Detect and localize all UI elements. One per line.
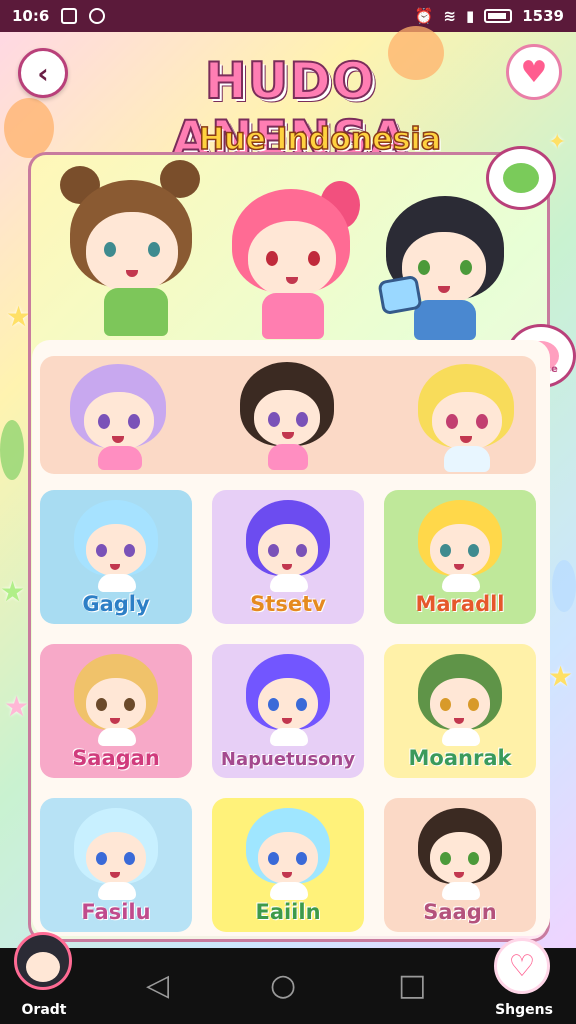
- character-portrait: [240, 806, 336, 900]
- character-card-label: Fasilu: [81, 900, 151, 924]
- character-card[interactable]: Maradll: [384, 490, 536, 624]
- status-bar: 10:6 ⏰ ≋ ▮ 1539: [0, 0, 576, 32]
- character-portrait: [240, 498, 336, 592]
- recents-square-icon[interactable]: □: [398, 968, 426, 1003]
- profile-button[interactable]: Oradt: [6, 928, 82, 1024]
- character-card-label: Moanrak: [408, 746, 512, 770]
- character-portrait: [412, 652, 508, 746]
- character-portrait: [240, 652, 336, 746]
- status-time: 10:6: [12, 7, 50, 25]
- heart-icon: ♥: [520, 54, 548, 90]
- character-card[interactable]: Saagn: [384, 798, 536, 932]
- favorites-label: Shgens: [495, 1002, 553, 1018]
- star-decoration: ★: [0, 575, 26, 608]
- character-portrait: [412, 806, 508, 900]
- character-portrait: [68, 806, 164, 900]
- balloon-decoration: [0, 420, 24, 480]
- star-decoration: ★: [548, 660, 574, 693]
- character-card[interactable]: Saagan: [40, 644, 192, 778]
- profile-label: Oradt: [21, 1002, 67, 1018]
- character-card[interactable]: Gagly: [40, 490, 192, 624]
- favorite-button[interactable]: ♥: [506, 44, 562, 100]
- balloon-decoration: [552, 560, 576, 612]
- balloon-decoration: [4, 98, 54, 158]
- battery-text: 1539: [522, 7, 564, 25]
- character-portrait: [412, 498, 508, 592]
- battery-icon: [484, 9, 513, 23]
- signal-icon: ▮: [465, 7, 475, 25]
- back-arrow-icon: ‹: [37, 56, 49, 90]
- featured-character-lilac[interactable]: [66, 362, 170, 470]
- character-card-label: Saagn: [423, 900, 497, 924]
- character-card-label: Eaiiln: [255, 900, 321, 924]
- hero-character-black[interactable]: [377, 192, 508, 340]
- home-circle-icon[interactable]: ○: [270, 968, 296, 1003]
- character-card-label: Stsetv: [250, 592, 326, 616]
- back-triangle-icon[interactable]: ◁: [146, 968, 169, 1003]
- favorites-button[interactable]: ♡ Shgens: [484, 936, 564, 1024]
- character-card-label: Maradll: [415, 592, 505, 616]
- star-decoration: ★: [4, 690, 30, 723]
- featured-character-darkbrown[interactable]: [234, 360, 338, 470]
- character-card-label: Saagan: [72, 746, 160, 770]
- notification-icon: [61, 8, 78, 24]
- alarm-icon: ⏰: [414, 7, 434, 25]
- smiley-icon: [503, 163, 539, 193]
- character-portrait: [68, 498, 164, 592]
- featured-character-blonde[interactable]: [414, 362, 518, 472]
- character-card[interactable]: Eaiiln: [212, 798, 364, 932]
- character-card[interactable]: Napuetusony: [212, 644, 364, 778]
- wifi-icon: ≋: [443, 7, 456, 25]
- back-button[interactable]: ‹: [18, 48, 68, 98]
- character-card[interactable]: Moanrak: [384, 644, 536, 778]
- character-card[interactable]: Stsetv: [212, 490, 364, 624]
- app-notification-icon: [89, 8, 106, 24]
- chat-bubble-green[interactable]: [486, 146, 556, 210]
- character-card[interactable]: Fasilu: [40, 798, 192, 932]
- hero-character-brown[interactable]: [56, 160, 206, 340]
- character-portrait: [68, 652, 164, 746]
- hero-character-pink[interactable]: [224, 175, 364, 340]
- character-card-label: Gagly: [82, 592, 150, 616]
- character-card-label: Napuetusony: [220, 749, 356, 770]
- tablet-prop: [377, 274, 423, 316]
- heart-outline-icon: ♡: [494, 938, 550, 994]
- star-decoration: ✦: [548, 130, 567, 155]
- avatar-face: [26, 952, 60, 982]
